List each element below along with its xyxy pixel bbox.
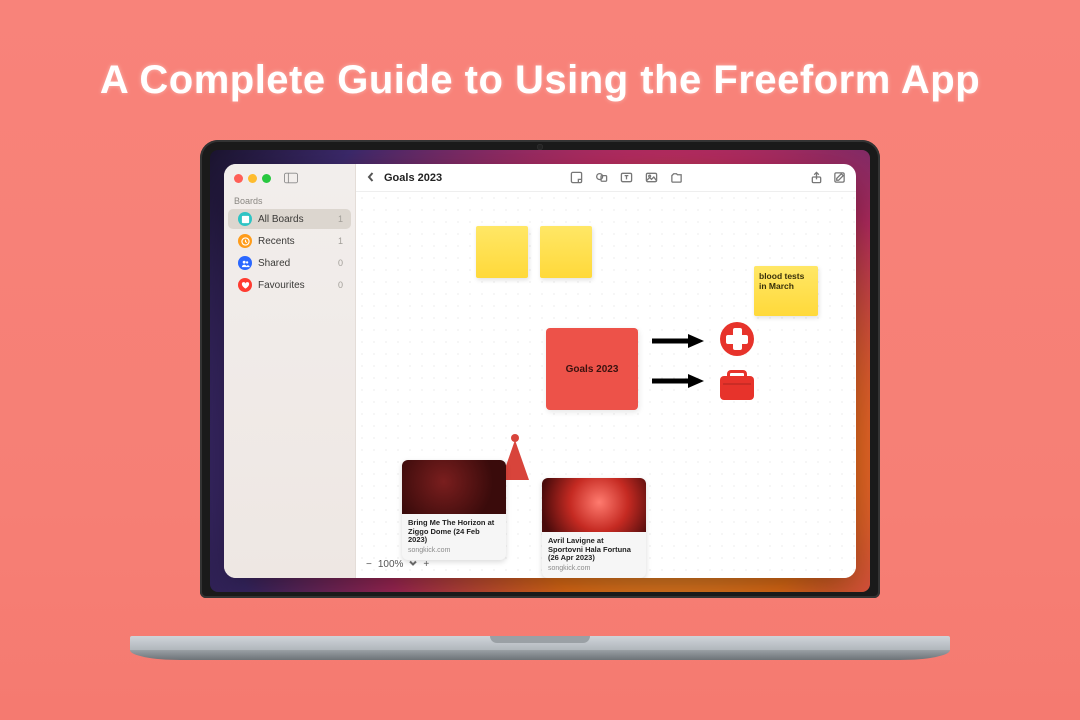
boards-icon [238, 212, 252, 226]
people-icon [238, 256, 252, 270]
share-icon[interactable] [810, 171, 823, 184]
hero-title: A Complete Guide to Using the Freeform A… [100, 58, 980, 103]
toolbar-center-tools [570, 171, 683, 184]
laptop-mock: Boards All Boards 1 Recents 1 Shared [180, 140, 900, 640]
sidebar-toggle-icon[interactable] [284, 172, 298, 184]
sticky-note-tool-icon[interactable] [570, 171, 583, 184]
link-card-source: songkick.com [408, 547, 500, 554]
traffic-light-minimize-icon[interactable] [248, 174, 257, 183]
sticky-note-blood-tests[interactable]: blood tests in March [754, 266, 818, 316]
media-tool-icon[interactable] [645, 171, 658, 184]
zoom-menu-chevron-icon[interactable] [409, 559, 417, 570]
freeform-canvas[interactable]: blood tests in March Goals 2023 [356, 192, 856, 578]
text-tool-icon[interactable] [620, 171, 633, 184]
sticky-note[interactable] [540, 226, 592, 278]
freeform-app-window: Boards All Boards 1 Recents 1 Shared [224, 164, 856, 578]
sidebar-item-recents[interactable]: Recents 1 [228, 231, 351, 251]
sidebar-item-shared[interactable]: Shared 0 [228, 253, 351, 273]
sidebar-section-header: Boards [224, 192, 355, 208]
sidebar: Boards All Boards 1 Recents 1 Shared [224, 164, 356, 578]
traffic-light-zoom-icon[interactable] [262, 174, 271, 183]
file-tool-icon[interactable] [670, 171, 683, 184]
link-card-thumbnail [542, 478, 646, 532]
arrow-icon[interactable] [650, 372, 706, 390]
medical-cross-icon[interactable] [720, 322, 754, 356]
traffic-light-close-icon[interactable] [234, 174, 243, 183]
sidebar-item-count: 1 [338, 236, 343, 246]
sidebar-item-count: 0 [338, 280, 343, 290]
screen-bezel: Boards All Boards 1 Recents 1 Shared [200, 140, 880, 598]
desktop-wallpaper: Boards All Boards 1 Recents 1 Shared [210, 150, 870, 592]
link-card[interactable]: Avril Lavigne at Sportovni Hala Fortuna … [542, 478, 646, 578]
zoom-level: 100% [378, 559, 404, 570]
briefcase-icon[interactable] [720, 376, 754, 400]
goals-2023-card[interactable]: Goals 2023 [546, 328, 638, 410]
board-title: Goals 2023 [384, 172, 442, 184]
sidebar-item-count: 0 [338, 258, 343, 268]
goals-card-label: Goals 2023 [566, 364, 619, 375]
heart-icon [238, 278, 252, 292]
arrow-icon[interactable] [650, 332, 706, 350]
clock-icon [238, 234, 252, 248]
sidebar-item-favourites[interactable]: Favourites 0 [228, 275, 351, 295]
link-card-thumbnail [402, 460, 506, 514]
link-card-source: songkick.com [548, 565, 640, 572]
compose-icon[interactable] [833, 171, 846, 184]
sidebar-item-count: 1 [338, 214, 343, 224]
link-card-title: Bring Me The Horizon at Ziggo Dome (24 F… [408, 519, 500, 545]
laptop-base [130, 636, 950, 668]
sidebar-item-all-boards[interactable]: All Boards 1 [228, 209, 351, 229]
toolbar-right-tools [810, 171, 846, 184]
sidebar-item-label: Recents [258, 236, 295, 247]
back-button[interactable] [366, 169, 376, 187]
main-area: Goals 2023 [356, 164, 856, 578]
sticky-note[interactable] [476, 226, 528, 278]
zoom-in-button[interactable]: + [423, 559, 429, 570]
window-titlebar [224, 164, 355, 192]
sidebar-item-label: All Boards [258, 214, 304, 225]
sidebar-item-label: Favourites [258, 280, 305, 291]
zoom-out-button[interactable]: − [366, 559, 372, 570]
sidebar-item-label: Shared [258, 258, 290, 269]
shape-tool-icon[interactable] [595, 171, 608, 184]
link-card[interactable]: Bring Me The Horizon at Ziggo Dome (24 F… [402, 460, 506, 560]
link-card-title: Avril Lavigne at Sportovni Hala Fortuna … [548, 537, 640, 563]
zoom-controls: − 100% + [366, 559, 429, 570]
toolbar: Goals 2023 [356, 164, 856, 192]
